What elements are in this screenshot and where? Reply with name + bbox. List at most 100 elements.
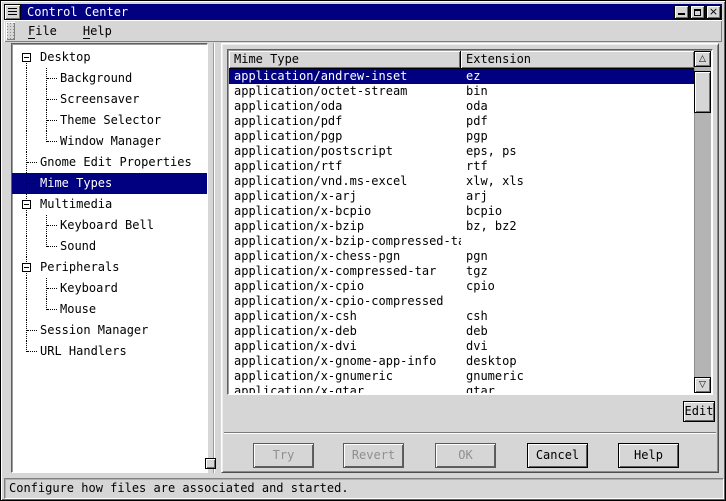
cell-mime-type: application/x-cpio — [229, 279, 461, 294]
table-row[interactable]: application/x-bcpiobcpio — [229, 204, 694, 219]
sidebar-item-background[interactable]: Background — [12, 68, 207, 89]
arrow-up-icon: △ — [699, 55, 706, 64]
try-button[interactable]: Try — [253, 443, 314, 468]
help-button[interactable]: Help — [618, 443, 679, 468]
table-row[interactable]: application/andrew-insetez — [229, 69, 694, 84]
table-row[interactable]: application/x-debdeb — [229, 324, 694, 339]
sidebar-item-label: Mime Types — [37, 176, 115, 191]
table-row[interactable]: application/x-gnome-app-infodesktop — [229, 354, 694, 369]
cell-mime-type: application/x-gnome-app-info — [229, 354, 461, 369]
minimize-button[interactable] — [674, 5, 689, 19]
cell-mime-type: application/x-compressed-tar — [229, 264, 461, 279]
tree-expander-icon[interactable] — [22, 200, 31, 209]
cell-mime-type: application/x-gnumeric — [229, 369, 461, 384]
cell-mime-type: application/pdf — [229, 114, 461, 129]
menu-help[interactable]: Help — [70, 21, 125, 41]
cell-mime-type: application/x-chess-pgn — [229, 249, 461, 264]
table-row[interactable]: application/x-cpiocpio — [229, 279, 694, 294]
table-header-row: Mime Type Extension — [229, 51, 694, 69]
tree-line — [26, 236, 27, 257]
table-row[interactable]: application/pdfpdf — [229, 114, 694, 129]
cell-extension: desktop — [461, 354, 694, 369]
mime-table: application/andrew-insetezapplication/oc… — [229, 69, 694, 393]
tree-line — [27, 351, 37, 352]
tree-line — [47, 141, 57, 142]
vertical-scrollbar[interactable]: △ ▽ — [694, 51, 711, 393]
menubar: FileHelp — [4, 20, 722, 42]
revert-button[interactable]: Revert — [343, 443, 404, 468]
table-row[interactable]: application/postscripteps, ps — [229, 144, 694, 159]
table-row[interactable]: application/pgppgp — [229, 129, 694, 144]
cancel-button[interactable]: Cancel — [527, 443, 588, 468]
close-icon: × — [709, 7, 718, 17]
table-row[interactable]: application/x-gnumericgnumeric — [229, 369, 694, 384]
tree-line — [47, 246, 57, 247]
menu-label-rest: elp — [90, 24, 112, 38]
control-center-window: Control Center × FileHelp DesktopBackgro… — [0, 0, 726, 501]
sidebar-item-mime-types[interactable]: Mime Types — [12, 173, 207, 194]
sidebar-item-keyboard-bell[interactable]: Keyboard Bell — [12, 215, 207, 236]
table-row[interactable]: application/octet-streambin — [229, 84, 694, 99]
table-row[interactable]: application/rtfrtf — [229, 159, 694, 174]
menu-file[interactable]: File — [15, 21, 70, 41]
table-row[interactable]: application/x-arjarj — [229, 189, 694, 204]
tree-line — [47, 78, 57, 79]
tree-expander-icon[interactable] — [22, 53, 31, 62]
sidebar-item-mouse[interactable]: Mouse — [12, 299, 207, 320]
ok-button[interactable]: OK — [435, 443, 496, 468]
cell-mime-type: application/vnd.ms-excel — [229, 174, 461, 189]
button-separator — [224, 432, 716, 434]
edit-button[interactable]: Edit — [683, 401, 715, 422]
cell-mime-type: application/x-arj — [229, 189, 461, 204]
table-row[interactable]: application/x-gtargtar — [229, 384, 694, 393]
sidebar-item-session-manager[interactable]: Session Manager — [12, 320, 207, 341]
titlebar: Control Center × — [4, 4, 722, 20]
window-menu-button[interactable] — [4, 4, 21, 20]
table-row[interactable]: application/x-dvidvi — [229, 339, 694, 354]
column-header-extension[interactable]: Extension — [461, 51, 694, 69]
scroll-up-button[interactable]: △ — [694, 51, 711, 67]
pane-resize-handle[interactable] — [205, 458, 216, 469]
mime-table-frame: Mime Type Extension application/andrew-i… — [227, 49, 713, 395]
cell-mime-type: application/x-dvi — [229, 339, 461, 354]
cell-extension: pdf — [461, 114, 694, 129]
sidebar-item-keyboard[interactable]: Keyboard — [12, 278, 207, 299]
table-row[interactable]: application/x-bzip-compressed-tar — [229, 234, 694, 249]
cell-mime-type: application/andrew-inset — [229, 69, 461, 84]
cell-extension — [461, 234, 694, 249]
sidebar-item-peripherals[interactable]: Peripherals — [12, 257, 207, 278]
sidebar-item-sound[interactable]: Sound — [12, 236, 207, 257]
window-menu-icon — [8, 8, 17, 17]
sidebar-item-url-handlers[interactable]: URL Handlers — [12, 341, 207, 362]
table-row[interactable]: application/x-chess-pgnpgn — [229, 249, 694, 264]
table-row[interactable]: application/x-cpio-compressed — [229, 294, 694, 309]
table-row[interactable]: application/x-compressed-tartgz — [229, 264, 694, 279]
close-button[interactable]: × — [706, 5, 721, 19]
maximize-button[interactable] — [690, 5, 705, 19]
table-row[interactable]: application/vnd.ms-excelxlw, xls — [229, 174, 694, 189]
sidebar-item-label: Multimedia — [37, 197, 115, 212]
sidebar-item-multimedia[interactable]: Multimedia — [12, 194, 207, 215]
cell-mime-type: application/octet-stream — [229, 84, 461, 99]
sidebar-item-window-manager[interactable]: Window Manager — [12, 131, 207, 152]
statusbar-text: Configure how files are associated and s… — [9, 481, 349, 495]
table-row[interactable]: application/x-bzipbz, bz2 — [229, 219, 694, 234]
sidebar-item-screensaver[interactable]: Screensaver — [12, 89, 207, 110]
cell-extension: oda — [461, 99, 694, 114]
cell-extension: bz, bz2 — [461, 219, 694, 234]
column-header-mime-type[interactable]: Mime Type — [229, 51, 461, 69]
menubar-grip-handle[interactable] — [6, 22, 15, 40]
sidebar-item-label: Desktop — [37, 50, 94, 65]
sidebar-item-gnome-edit-properties[interactable]: Gnome Edit Properties — [12, 152, 207, 173]
sidebar-item-theme-selector[interactable]: Theme Selector — [12, 110, 207, 131]
sidebar-item-label: Screensaver — [57, 92, 142, 107]
scroll-down-button[interactable]: ▽ — [694, 377, 711, 393]
scrollbar-thumb[interactable] — [694, 71, 711, 113]
cell-mime-type: application/pgp — [229, 129, 461, 144]
table-row[interactable]: application/odaoda — [229, 99, 694, 114]
table-row[interactable]: application/x-cshcsh — [229, 309, 694, 324]
cell-mime-type: application/oda — [229, 99, 461, 114]
tree-expander-icon[interactable] — [22, 263, 31, 272]
sidebar-item-desktop[interactable]: Desktop — [12, 47, 207, 68]
titlebar-drag-area[interactable]: Control Center — [21, 4, 722, 20]
